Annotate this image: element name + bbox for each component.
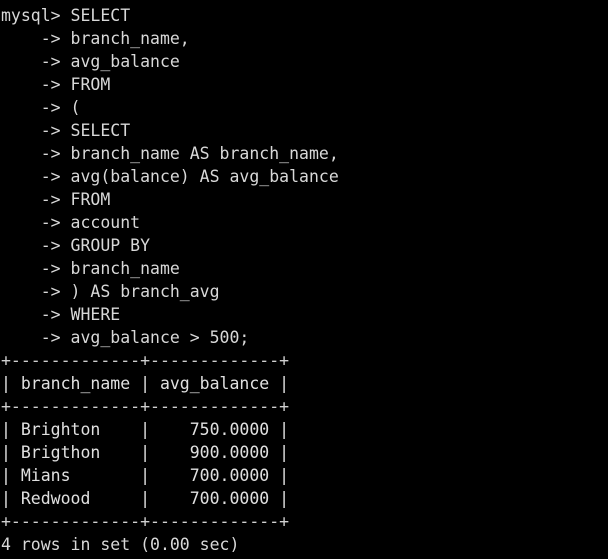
result-table-header-separator: +-------------+-------------+ [1,397,290,416]
query-continuation-line: -> ) AS branch_avg [1,282,220,301]
status-line: 4 rows in set (0.00 sec) [1,535,240,554]
query-continuation-line: -> FROM [1,190,111,209]
result-table-bottom-border: +-------------+-------------+ [1,512,290,531]
query-continuation-line: -> branch_name AS branch_name, [1,144,339,163]
query-continuation-line: -> FROM [1,75,111,94]
query-continuation-line: -> branch_name, [1,29,190,48]
result-table-top-border: +-------------+-------------+ [1,351,290,370]
result-table-header-row: | branch_name | avg_balance | [1,374,290,393]
query-continuation-line: -> avg_balance > 500; [1,328,250,347]
query-continuation-line: -> avg_balance [1,52,180,71]
table-row: | Redwood | 700.0000 | [1,489,290,508]
query-continuation-line: -> WHERE [1,305,121,324]
terminal-window[interactable]: mysql> SELECT -> branch_name, -> avg_bal… [0,0,608,559]
table-row: | Brighton | 750.0000 | [1,420,290,439]
prompt-line-initial: mysql> SELECT [1,6,131,25]
query-continuation-line: -> account [1,213,141,232]
table-row: | Mians | 700.0000 | [1,466,290,485]
query-continuation-line: -> ( [1,98,81,117]
query-continuation-line: -> SELECT [1,121,131,140]
query-continuation-line: -> branch_name [1,259,180,278]
table-row: | Brigthon | 900.0000 | [1,443,290,462]
query-continuation-line: -> GROUP BY [1,236,151,255]
query-continuation-line: -> avg(balance) AS avg_balance [1,167,339,186]
